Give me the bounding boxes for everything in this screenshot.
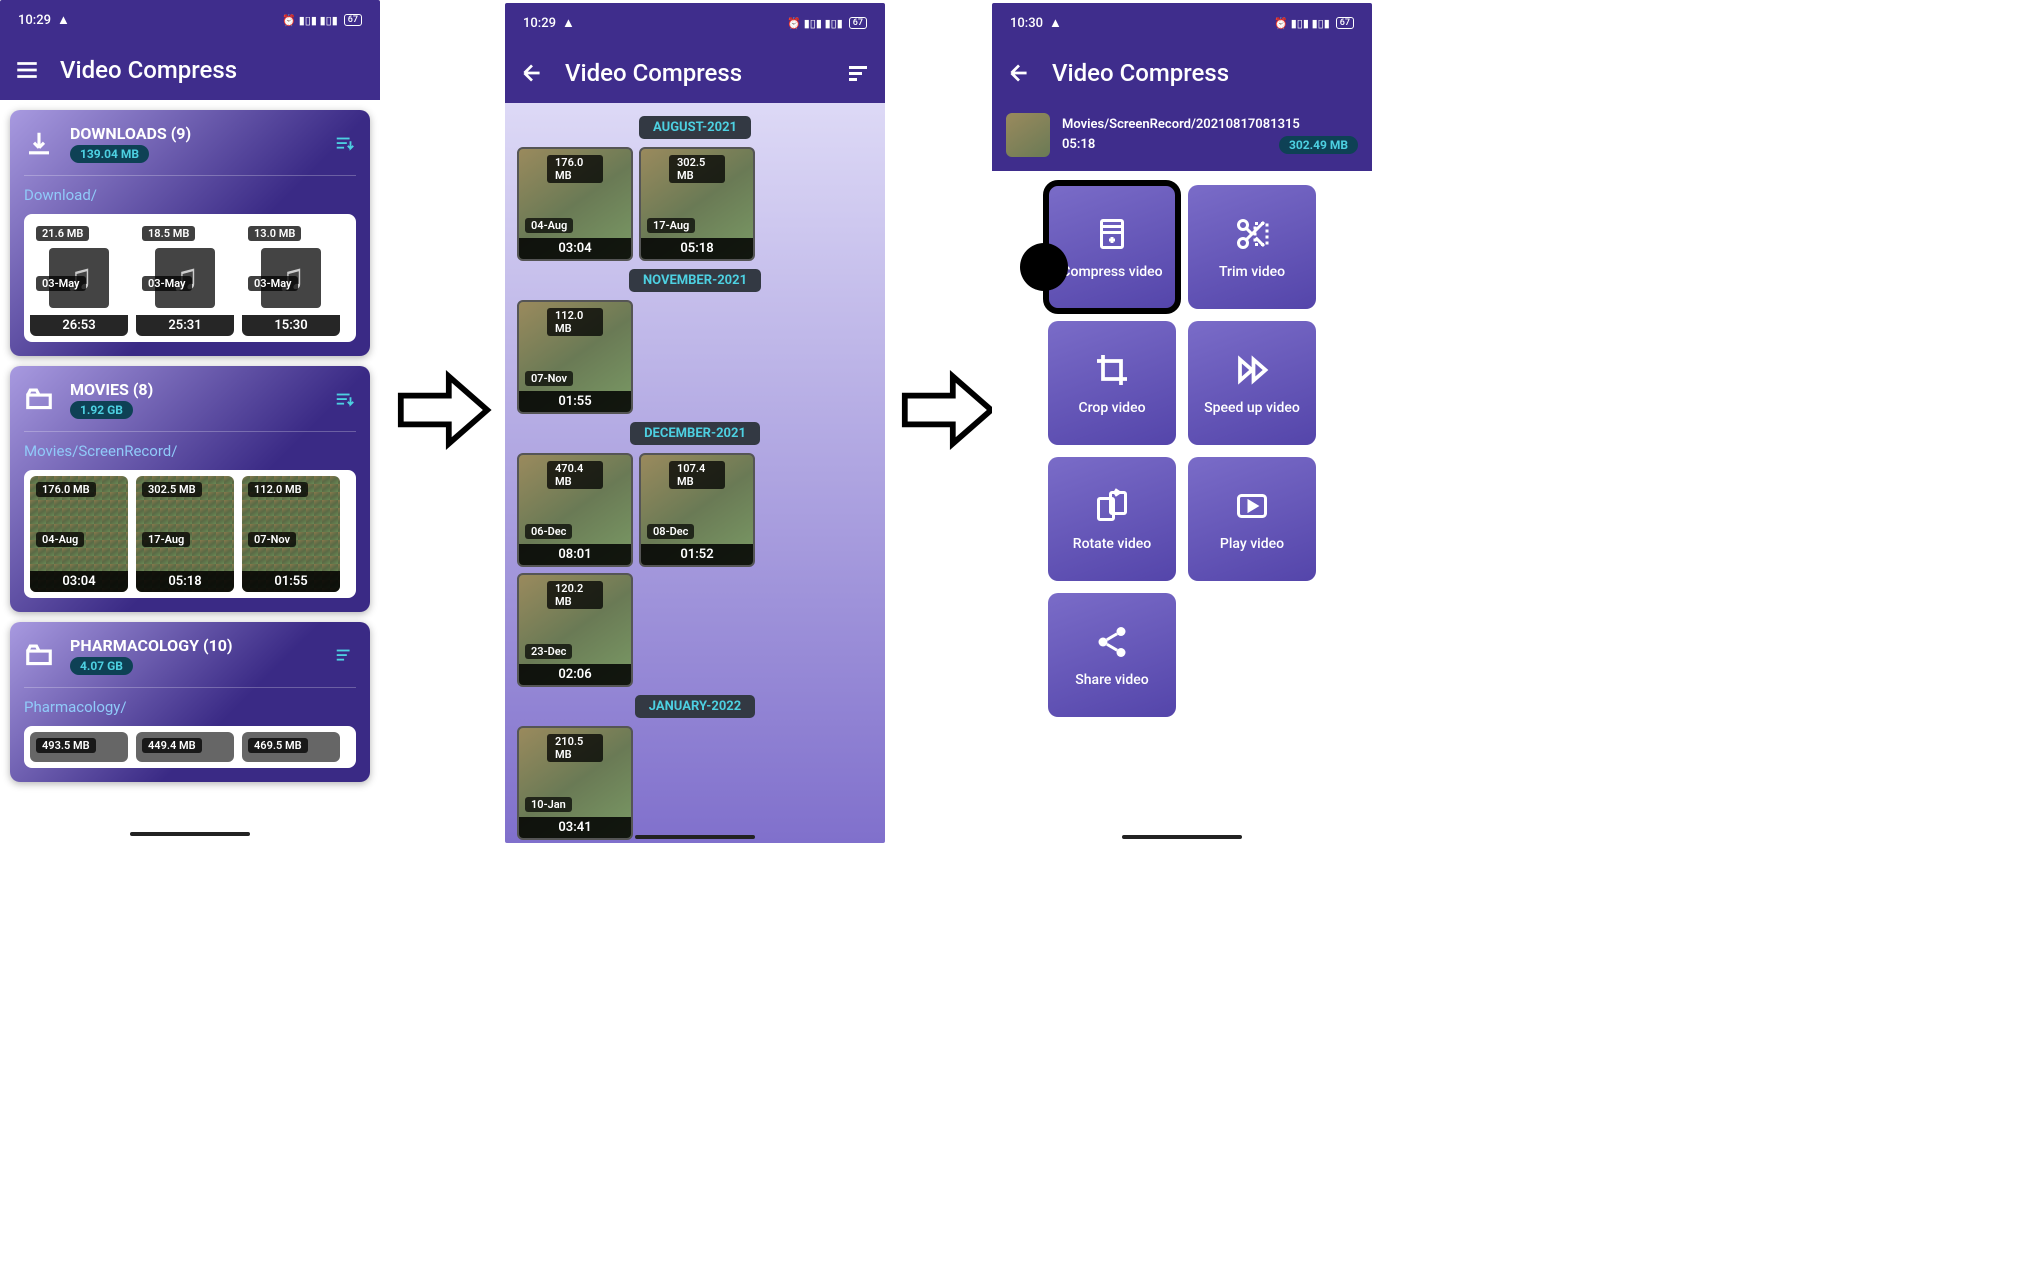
folder-movies[interactable]: MOVIES (8) 1.92 GB Movies/ScreenRecord/ … (10, 366, 370, 612)
trim-video-button[interactable]: Trim video (1188, 185, 1316, 309)
video-thumb-small (1006, 113, 1050, 157)
action-label: Speed up video (1204, 400, 1300, 416)
status-icons: ⏰ ▮▯▮ ▮▯▮ 67 (787, 17, 867, 30)
app-title: Video Compress (60, 56, 237, 84)
status-icons: ⏰ ▮▯▮ ▮▯▮ 67 (282, 14, 362, 27)
folder-size-badge: 1.92 GB (70, 401, 133, 419)
file-thumb[interactable]: ♫ 13.0 MB 03-May 15:30 (242, 220, 340, 336)
app-title: Video Compress (565, 59, 742, 87)
action-label: Share video (1075, 672, 1148, 688)
folder-title: DOWNLOADS (9) (70, 124, 318, 143)
folder-list: DOWNLOADS (9) 139.04 MB Download/ ♫ 21.6… (0, 100, 380, 840)
folder-path: Movies/ScreenRecord/ (24, 442, 356, 460)
video-path: Movies/ScreenRecord/20210817081315 (1062, 117, 1358, 132)
action-label: Trim video (1219, 264, 1285, 280)
status-bar: 10:29 ▲ ⏰ ▮▯▮ ▮▯▮ 67 (0, 0, 380, 40)
crop-icon (1092, 350, 1132, 390)
action-label: Crop video (1078, 400, 1145, 416)
date-header: JANUARY-2022 (635, 695, 755, 718)
crop-video-button[interactable]: Crop video (1048, 321, 1176, 445)
home-indicator[interactable] (1122, 835, 1242, 839)
status-time: 10:30 (1010, 16, 1043, 31)
status-time: 10:29 (523, 16, 556, 31)
status-bar: 10:30 ▲ ⏰ ▮▯▮ ▮▯▮ 67 (992, 3, 1372, 43)
warning-icon: ▲ (57, 12, 70, 28)
folder-title: PHARMACOLOGY (10) (70, 636, 318, 655)
folder-pharmacology[interactable]: PHARMACOLOGY (10) 4.07 GB Pharmacology/ … (10, 622, 370, 782)
file-thumb[interactable]: 469.5 MB (242, 732, 340, 762)
folder-icon (24, 641, 54, 671)
video-size-badge: 302.49 MB (1279, 136, 1358, 154)
action-label: Compress video (1061, 264, 1162, 280)
file-thumb[interactable]: 493.5 MB (30, 732, 128, 762)
rotate-video-button[interactable]: Rotate video (1048, 457, 1176, 581)
video-thumb[interactable]: 112.0 MB 07-Nov 01:55 (517, 300, 633, 414)
app-bar: Video Compress (0, 40, 380, 100)
status-bar: 10:29 ▲ ⏰ ▮▯▮ ▮▯▮ 67 (505, 3, 885, 43)
file-thumb[interactable]: ♫ 21.6 MB 03-May 26:53 (30, 220, 128, 336)
sort-icon[interactable] (845, 60, 871, 86)
app-title: Video Compress (1052, 59, 1229, 87)
fast-forward-icon (1232, 350, 1272, 390)
folder-path: Pharmacology/ (24, 698, 356, 716)
phone-screen-1: 10:29 ▲ ⏰ ▮▯▮ ▮▯▮ 67 Video Compress DOWNL… (0, 0, 380, 840)
folder-size-badge: 4.07 GB (70, 657, 133, 675)
file-thumb[interactable]: 112.0 MB 07-Nov 01:55 (242, 476, 340, 592)
menu-icon[interactable] (14, 57, 40, 83)
folder-path: Download/ (24, 186, 356, 204)
share-icon (1092, 622, 1132, 662)
video-grid: AUGUST-2021 176.0 MB 04-Aug 03:04 302.5 … (505, 103, 885, 843)
file-thumb[interactable]: 176.0 MB 04-Aug 03:04 (30, 476, 128, 592)
sort-icon[interactable] (334, 645, 356, 667)
rotate-icon (1092, 486, 1132, 526)
arrow-icon (396, 370, 492, 450)
video-duration: 05:18 (1062, 137, 1095, 152)
status-icons: ⏰ ▮▯▮ ▮▯▮ 67 (1274, 17, 1354, 30)
file-thumb[interactable]: 449.4 MB (136, 732, 234, 762)
home-indicator[interactable] (130, 832, 250, 836)
video-thumb[interactable]: 120.2 MB 23-Dec 02:06 (517, 573, 633, 687)
home-indicator[interactable] (635, 835, 755, 839)
folder-size-badge: 139.04 MB (70, 145, 149, 163)
speed-up-video-button[interactable]: Speed up video (1188, 321, 1316, 445)
play-icon (1232, 486, 1272, 526)
video-info: Movies/ScreenRecord/20210817081315 05:18… (992, 103, 1372, 171)
video-thumb[interactable]: 176.0 MB 04-Aug 03:04 (517, 147, 633, 261)
warning-icon: ▲ (1049, 15, 1062, 31)
folder-icon (24, 385, 54, 415)
back-icon[interactable] (519, 60, 545, 86)
file-thumb[interactable]: ♫ 18.5 MB 03-May 25:31 (136, 220, 234, 336)
video-thumb[interactable]: 210.5 MB 10-Jan 03:41 (517, 726, 633, 840)
file-thumb[interactable]: 302.5 MB 17-Aug 05:18 (136, 476, 234, 592)
share-video-button[interactable]: Share video (1048, 593, 1176, 717)
video-thumb[interactable]: 302.5 MB 17-Aug 05:18 (639, 147, 755, 261)
compress-icon (1092, 214, 1132, 254)
play-video-button[interactable]: Play video (1188, 457, 1316, 581)
action-grid: Compress video Trim video Crop video Spe… (992, 171, 1372, 731)
tap-indicator (1020, 243, 1068, 291)
arrow-icon (900, 370, 996, 450)
warning-icon: ▲ (562, 15, 575, 31)
sort-icon[interactable] (334, 133, 356, 155)
back-icon[interactable] (1006, 60, 1032, 86)
status-time: 10:29 (18, 13, 51, 28)
folder-title: MOVIES (8) (70, 380, 318, 399)
app-bar: Video Compress (992, 43, 1372, 103)
folder-downloads[interactable]: DOWNLOADS (9) 139.04 MB Download/ ♫ 21.6… (10, 110, 370, 356)
action-label: Rotate video (1073, 536, 1151, 552)
date-header: NOVEMBER-2021 (629, 269, 761, 292)
action-label: Play video (1220, 536, 1284, 552)
video-thumb[interactable]: 470.4 MB 06-Dec 08:01 (517, 453, 633, 567)
phone-screen-2: 10:29 ▲ ⏰ ▮▯▮ ▮▯▮ 67 Video Compress AUGUS… (505, 3, 885, 843)
date-header: AUGUST-2021 (639, 116, 751, 139)
compress-video-button[interactable]: Compress video (1048, 185, 1176, 309)
video-thumb[interactable]: 107.4 MB 08-Dec 01:52 (639, 453, 755, 567)
download-icon (24, 129, 54, 159)
phone-screen-3: 10:30 ▲ ⏰ ▮▯▮ ▮▯▮ 67 Video Compress Movie… (992, 3, 1372, 843)
app-bar: Video Compress (505, 43, 885, 103)
sort-icon[interactable] (334, 389, 356, 411)
date-header: DECEMBER-2021 (630, 422, 760, 445)
scissors-icon (1232, 214, 1272, 254)
